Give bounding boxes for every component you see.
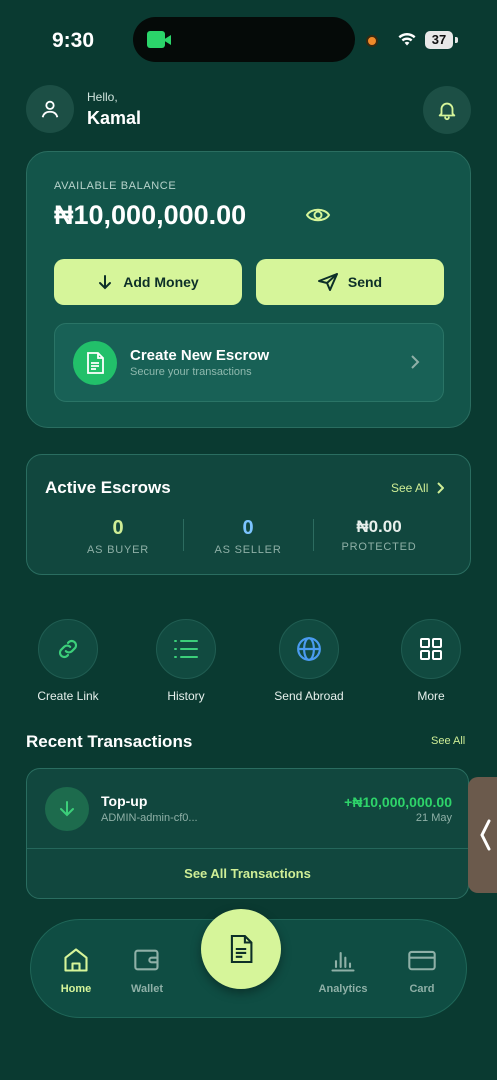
quick-action-circle bbox=[279, 619, 339, 679]
chevron-left-icon bbox=[480, 819, 491, 851]
quick-action-create-link[interactable]: Create Link bbox=[23, 619, 113, 703]
bell-icon bbox=[438, 102, 456, 121]
transaction-date: 21 May bbox=[415, 812, 452, 824]
recent-transactions-card: Top-up ADMIN-admin-cf0... +₦10,000,000.0… bbox=[26, 768, 469, 899]
divider bbox=[313, 519, 314, 551]
document-icon bbox=[87, 352, 104, 374]
quick-action-circle bbox=[156, 619, 216, 679]
home-icon bbox=[64, 948, 88, 972]
avatar[interactable] bbox=[26, 85, 74, 133]
quick-action-send-abroad[interactable]: Send Abroad bbox=[264, 619, 354, 703]
active-escrows-see-all[interactable]: See All bbox=[391, 481, 445, 495]
nav-label: Analytics bbox=[318, 983, 368, 995]
arrow-down-icon bbox=[60, 801, 74, 817]
bar-chart-icon bbox=[331, 951, 355, 972]
list-icon bbox=[174, 640, 198, 658]
recent-transactions-title: Recent Transactions bbox=[26, 732, 193, 751]
send-icon bbox=[317, 273, 338, 291]
quick-action-circle bbox=[38, 619, 98, 679]
stat-value: 0 bbox=[112, 517, 124, 539]
stat-value: 0 bbox=[242, 517, 254, 539]
balance-label: AVAILABLE BALANCE bbox=[54, 180, 177, 192]
quick-action-label: History bbox=[167, 689, 205, 703]
wallet-icon bbox=[134, 949, 159, 971]
battery-icon bbox=[455, 37, 458, 43]
active-escrows-card: Active Escrows See All 0 AS BUYER 0 AS S… bbox=[26, 454, 471, 575]
card-icon bbox=[408, 950, 436, 971]
side-panel-handle[interactable] bbox=[468, 777, 497, 893]
send-label: Send bbox=[347, 274, 383, 290]
globe-icon bbox=[297, 637, 321, 661]
create-escrow-title: Create New Escrow bbox=[130, 347, 270, 364]
stat-protected: ₦0.00 PROTECTED bbox=[315, 517, 443, 553]
balance-card: AVAILABLE BALANCE ₦10,000,000.00 Add Mon… bbox=[26, 151, 471, 428]
quick-action-more[interactable]: More bbox=[386, 619, 476, 703]
divider bbox=[27, 848, 468, 849]
recent-see-all-link[interactable]: See All bbox=[431, 735, 465, 747]
quick-action-label: Create Link bbox=[37, 689, 99, 703]
grid-icon bbox=[420, 638, 442, 660]
nav-item-home[interactable]: Home bbox=[43, 946, 109, 995]
transaction-name: Top-up bbox=[101, 793, 148, 809]
status-time: 9:30 bbox=[52, 29, 95, 52]
recording-indicator-icon bbox=[366, 35, 378, 47]
wifi-icon bbox=[398, 33, 416, 46]
eye-icon[interactable] bbox=[305, 204, 331, 226]
dynamic-island bbox=[133, 17, 355, 62]
chevron-right-icon bbox=[411, 355, 420, 369]
link-icon bbox=[58, 639, 78, 659]
stat-as-buyer: 0 AS BUYER bbox=[54, 517, 182, 556]
document-icon bbox=[230, 934, 253, 964]
stat-label: AS BUYER bbox=[86, 544, 150, 556]
chevron-right-icon bbox=[437, 482, 445, 494]
notifications-button[interactable] bbox=[423, 86, 471, 134]
escrow-icon-badge bbox=[73, 341, 117, 385]
transaction-icon-badge bbox=[45, 787, 89, 831]
nav-label: Wallet bbox=[131, 983, 163, 995]
see-all-label: See All bbox=[391, 481, 429, 495]
send-button[interactable]: Send bbox=[256, 259, 444, 305]
transaction-ref: ADMIN-admin-cf0... bbox=[101, 812, 198, 824]
battery-level: 37 bbox=[425, 31, 453, 49]
arrow-down-icon bbox=[99, 275, 112, 290]
quick-action-circle bbox=[401, 619, 461, 679]
user-name: Kamal bbox=[87, 108, 142, 128]
stat-as-seller: 0 AS SELLER bbox=[184, 517, 312, 556]
active-escrows-title: Active Escrows bbox=[45, 478, 171, 497]
new-escrow-fab[interactable] bbox=[201, 909, 281, 989]
greeting: Hello, bbox=[87, 90, 118, 104]
nav-item-analytics[interactable]: Analytics bbox=[310, 946, 376, 995]
nav-label: Home bbox=[60, 983, 92, 995]
add-money-button[interactable]: Add Money bbox=[54, 259, 242, 305]
create-escrow-subtitle: Secure your transactions bbox=[130, 366, 252, 378]
quick-action-label: More bbox=[417, 689, 445, 703]
stat-value: ₦0.00 bbox=[356, 517, 402, 536]
balance-amount: ₦10,000,000.00 bbox=[54, 200, 247, 230]
video-camera-icon bbox=[147, 31, 171, 48]
quick-action-history[interactable]: History bbox=[141, 619, 231, 703]
create-escrow-button[interactable]: Create New Escrow Secure your transactio… bbox=[54, 323, 444, 402]
stat-label: PROTECTED bbox=[341, 541, 417, 553]
see-all-transactions-button[interactable]: See All Transactions bbox=[27, 866, 468, 881]
stat-label: AS SELLER bbox=[214, 544, 282, 556]
quick-action-label: Send Abroad bbox=[274, 689, 344, 703]
user-icon bbox=[41, 100, 59, 118]
nav-item-card[interactable]: Card bbox=[389, 946, 455, 995]
nav-label: Card bbox=[409, 983, 435, 995]
add-money-label: Add Money bbox=[123, 274, 199, 290]
transaction-amount: +₦10,000,000.00 bbox=[344, 794, 452, 810]
nav-item-wallet[interactable]: Wallet bbox=[114, 946, 180, 995]
